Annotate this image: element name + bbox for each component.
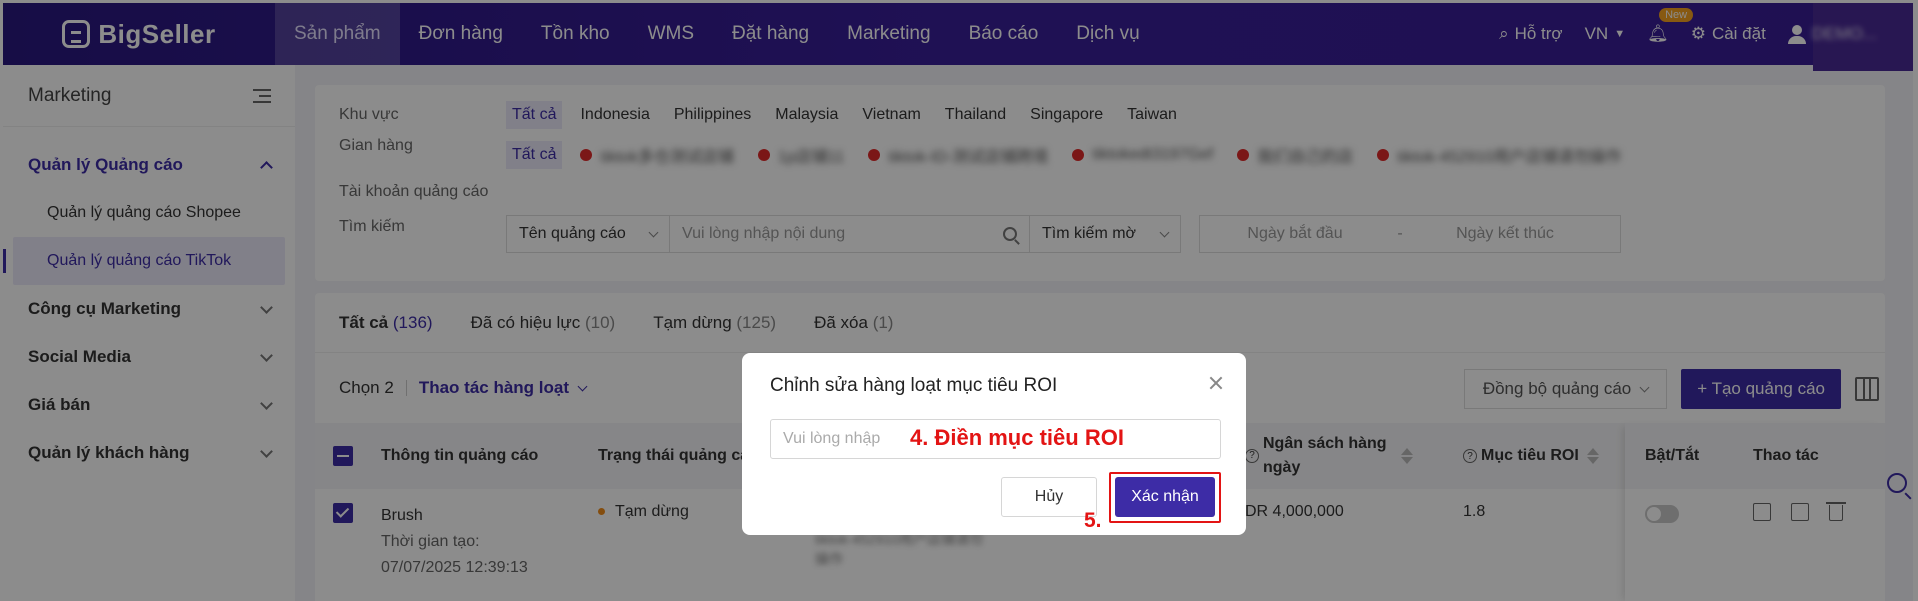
cancel-button[interactable]: Hủy (1001, 477, 1097, 517)
dialog-title: Chỉnh sửa hàng loạt mục tiêu ROI (770, 375, 1058, 396)
batch-edit-roi-dialog: Chỉnh sửa hàng loạt mục tiêu ROI 4. Điền… (742, 353, 1246, 535)
confirm-button[interactable]: Xác nhận (1115, 477, 1215, 517)
close-icon[interactable] (1208, 375, 1224, 391)
roi-target-input[interactable] (770, 419, 1221, 459)
annotation-step-5: 5. (1084, 509, 1102, 532)
